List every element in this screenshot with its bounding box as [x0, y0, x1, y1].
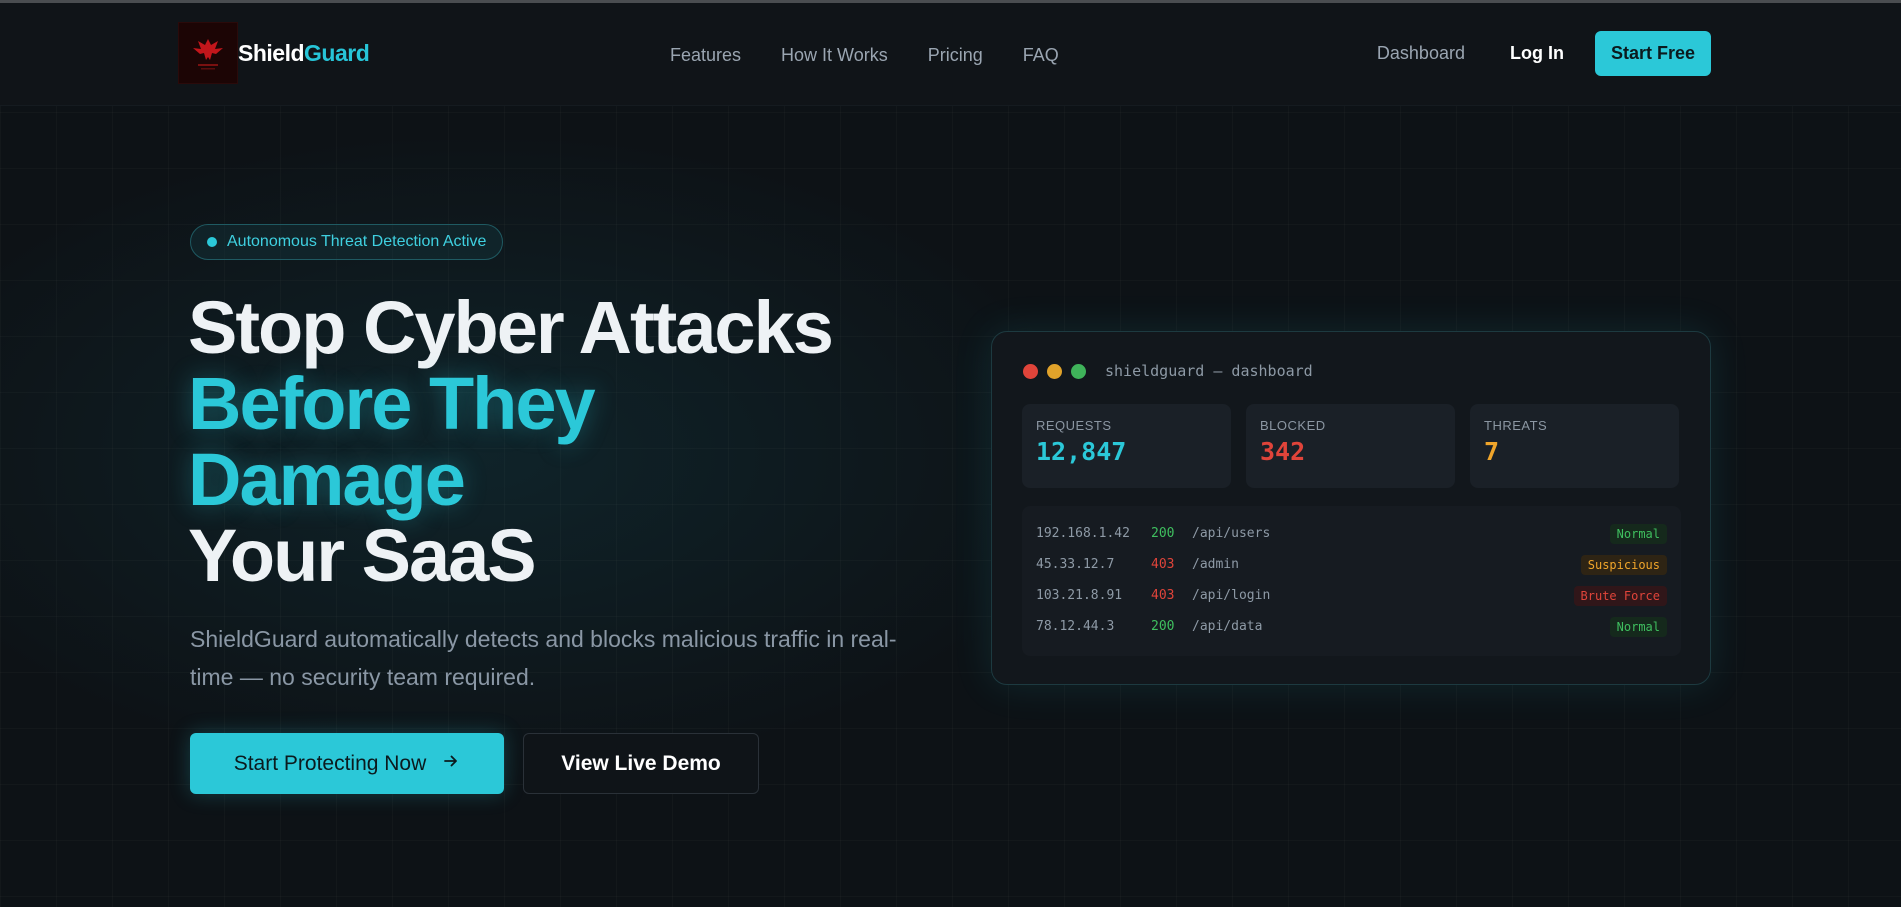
navbar: ShieldGuard Features How It Works Pricin…: [0, 3, 1901, 106]
dashboard-preview-card: shieldguard — dashboard REQUESTS 12,847 …: [991, 331, 1711, 685]
log-ip: 103.21.8.91: [1036, 588, 1123, 603]
status-badge-text: Autonomous Threat Detection Active: [227, 233, 487, 250]
start-free-button[interactable]: Start Free: [1594, 31, 1711, 76]
hero-subtitle: ShieldGuard automatically detects and bl…: [190, 626, 897, 690]
log-ip: 78.12.44.3: [1036, 619, 1115, 634]
log-path: /api/login: [1192, 588, 1271, 603]
nav-link-features[interactable]: Features: [670, 45, 741, 66]
headline-line-3: Damage: [188, 438, 466, 521]
window-minimize-dot-icon: [1047, 363, 1062, 379]
stat-value: 7: [1484, 437, 1500, 466]
log-row: 103.21.8.91 403 /api/login Brute Force: [1036, 580, 1667, 611]
log-tag: Normal: [1609, 616, 1667, 637]
stat-value: 342: [1260, 437, 1306, 466]
window-header: shieldguard — dashboard: [1023, 362, 1313, 380]
nav-link-faq[interactable]: FAQ: [1023, 45, 1059, 66]
headline-line-1: Stop Cyber Attacks: [188, 286, 834, 369]
log-tag: Normal: [1609, 523, 1667, 544]
headline-line-2: Before They: [188, 362, 596, 445]
log-ip: 45.33.12.7: [1036, 557, 1115, 572]
stat-label: REQUESTS: [1036, 418, 1112, 433]
stat-label: THREATS: [1484, 418, 1548, 433]
stat-value: 12,847: [1036, 437, 1127, 466]
nav-link-pricing[interactable]: Pricing: [928, 45, 983, 66]
log-ip: 192.168.1.42: [1036, 526, 1130, 541]
log-status-code: 200: [1151, 619, 1175, 634]
log-row: 78.12.44.3 200 /api/data Normal: [1036, 611, 1667, 642]
login-link[interactable]: Log In: [1510, 43, 1564, 64]
stats-row: REQUESTS 12,847 BLOCKED 342 THREATS 7: [1022, 404, 1679, 488]
log-path: /admin: [1192, 557, 1239, 572]
log-tag: Brute Force: [1573, 585, 1667, 606]
nav-links: Features How It Works Pricing FAQ: [670, 45, 1059, 66]
window-close-dot-icon: [1023, 363, 1038, 379]
nav-actions: Dashboard Log In Start Free: [1377, 31, 1711, 76]
view-live-demo-button[interactable]: View Live Demo: [523, 733, 759, 794]
status-dot-icon: [207, 237, 217, 247]
window-maximize-dot-icon: [1071, 363, 1086, 379]
arrow-right-icon: [442, 752, 460, 776]
log-status-code: 200: [1151, 526, 1175, 541]
nav-link-how-it-works[interactable]: How It Works: [781, 45, 888, 66]
log-status-code: 403: [1151, 557, 1175, 572]
stat-threats: THREATS 7: [1470, 404, 1679, 488]
log-row: 192.168.1.42 200 /api/users Normal: [1036, 518, 1667, 549]
stat-label: BLOCKED: [1260, 418, 1326, 433]
stat-blocked: BLOCKED 342: [1246, 404, 1455, 488]
start-protecting-label: Start Protecting Now: [233, 751, 427, 775]
log-row: 45.33.12.7 403 /admin Suspicious: [1036, 549, 1667, 580]
log-path: /api/data: [1192, 619, 1263, 634]
hero-headline: Stop Cyber Attacks Before They Damage Yo…: [188, 286, 834, 597]
brand-logo-link[interactable]: ShieldGuard: [178, 22, 370, 84]
window-title: shieldguard — dashboard: [1105, 362, 1313, 380]
traffic-log: 192.168.1.42 200 /api/users Normal 45.33…: [1022, 506, 1681, 656]
nav-dashboard-link[interactable]: Dashboard: [1377, 43, 1465, 64]
status-badge: Autonomous Threat Detection Active: [190, 224, 504, 260]
log-tag: Suspicious: [1580, 554, 1667, 575]
phoenix-logo-icon: [178, 22, 238, 84]
stat-requests: REQUESTS 12,847: [1022, 404, 1231, 488]
brand-name: ShieldGuard: [238, 39, 370, 66]
log-status-code: 403: [1151, 588, 1175, 603]
log-path: /api/users: [1192, 526, 1271, 541]
headline-line-4: Your SaaS: [188, 514, 537, 597]
start-protecting-button[interactable]: Start Protecting Now: [190, 733, 504, 794]
